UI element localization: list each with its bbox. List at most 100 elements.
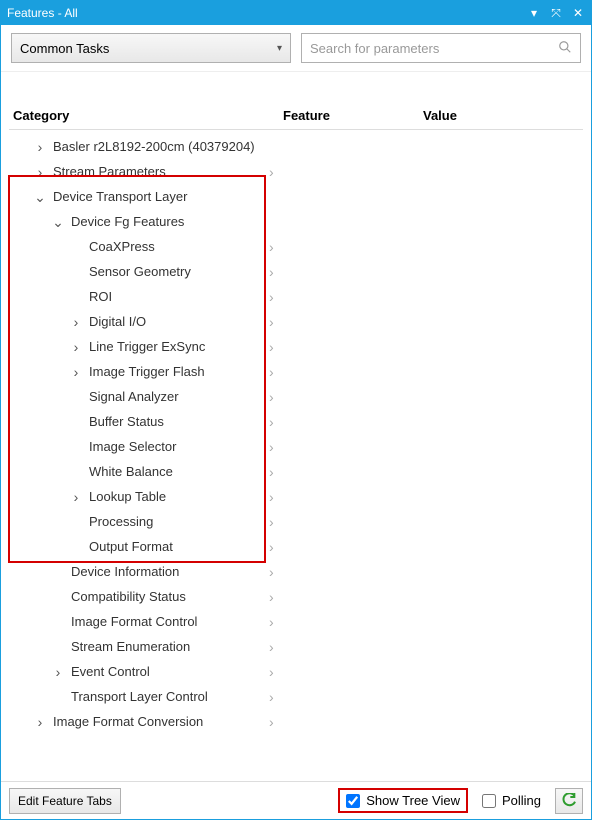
chevron-right-icon[interactable]: › <box>33 715 47 729</box>
tree-row[interactable]: Output Format› <box>9 534 583 559</box>
chevron-right-icon[interactable]: › <box>269 590 274 604</box>
chevron-right-icon[interactable]: › <box>269 515 274 529</box>
tree-item-label: Device Information <box>71 564 179 579</box>
refresh-icon <box>561 793 577 809</box>
tree-item-label: Compatibility Status <box>71 589 186 604</box>
tree-row[interactable]: Stream Enumeration › <box>9 634 583 659</box>
toolbar: Common Tasks ▾ Search for parameters <box>1 25 591 72</box>
feature-tree[interactable]: ›Basler r2L8192-200cm (40379204)›Stream … <box>9 130 583 773</box>
search-input[interactable]: Search for parameters <box>301 33 581 63</box>
column-headers: Category Feature Value <box>9 76 583 130</box>
tree-row[interactable]: ⌄ Device Transport Layer <box>9 184 583 209</box>
polling-label: Polling <box>502 793 541 808</box>
chevron-right-icon[interactable]: › <box>269 665 274 679</box>
chevron-right-icon[interactable]: › <box>33 165 47 179</box>
tree-row[interactable]: CoaXPress › <box>9 234 583 259</box>
tree-row[interactable]: ›Line Trigger ExSync› <box>9 334 583 359</box>
refresh-button[interactable] <box>555 788 583 814</box>
chevron-right-icon[interactable]: › <box>269 315 274 329</box>
tree-item-label: ROI <box>89 289 112 304</box>
features-window: Features - All ▾ ⤧ ✕ Common Tasks ▾ Sear… <box>0 0 592 820</box>
titlebar: Features - All ▾ ⤧ ✕ <box>1 1 591 25</box>
chevron-right-icon[interactable]: › <box>269 690 274 704</box>
tree-item-label: Device Transport Layer <box>53 189 187 204</box>
tree-row[interactable]: ROI › <box>9 284 583 309</box>
window-controls: ▾ ⤧ ✕ <box>527 6 585 21</box>
chevron-right-icon[interactable]: › <box>269 640 274 654</box>
content-area: Category Feature Value ›Basler r2L8192-2… <box>1 72 591 781</box>
tree-item-label: CoaXPress <box>89 239 155 254</box>
chevron-right-icon[interactable]: › <box>269 265 274 279</box>
chevron-right-icon[interactable]: › <box>269 165 274 179</box>
chevron-down-icon[interactable]: ⌄ <box>51 215 65 229</box>
tree-item-label: Buffer Status <box>89 414 164 429</box>
chevron-down-icon[interactable]: ⌄ <box>33 190 47 204</box>
pin-icon[interactable]: ⤧ <box>549 6 563 21</box>
chevron-down-icon: ▾ <box>277 43 282 54</box>
tree-row[interactable]: Image Selector › <box>9 434 583 459</box>
polling-checkbox[interactable]: Polling <box>476 790 547 811</box>
search-icon <box>558 40 572 57</box>
tree-row[interactable]: ⌄ Device Fg Features <box>9 209 583 234</box>
tree-row[interactable]: › Image Trigger Flash › <box>9 359 583 384</box>
chevron-right-icon[interactable]: › <box>269 565 274 579</box>
tree-row[interactable]: ›Image Format Conversion› <box>9 709 583 734</box>
tree-item-label: Image Format Control <box>71 614 197 629</box>
tasks-dropdown[interactable]: Common Tasks ▾ <box>11 33 291 63</box>
tree-row[interactable]: Processing › <box>9 509 583 534</box>
polling-checkbox-input[interactable] <box>482 794 496 808</box>
tree-row[interactable]: Signal Analyzer › <box>9 384 583 409</box>
tree-row[interactable]: Device Information › <box>9 559 583 584</box>
chevron-right-icon[interactable]: › <box>269 240 274 254</box>
chevron-right-icon[interactable]: › <box>269 465 274 479</box>
tree-item-label: Processing <box>89 514 153 529</box>
tree-item-label: Stream Parameters <box>53 164 166 179</box>
show-tree-view-checkbox[interactable]: Show Tree View <box>338 788 468 813</box>
chevron-right-icon[interactable]: › <box>269 615 274 629</box>
minimize-icon[interactable]: ▾ <box>527 6 541 21</box>
chevron-right-icon[interactable]: › <box>269 290 274 304</box>
chevron-right-icon[interactable]: › <box>69 340 83 354</box>
tree-row[interactable]: Compatibility Status › <box>9 584 583 609</box>
chevron-right-icon[interactable]: › <box>51 665 65 679</box>
chevron-right-icon[interactable]: › <box>269 390 274 404</box>
tree-row[interactable]: › Event Control › <box>9 659 583 684</box>
header-feature[interactable]: Feature <box>283 108 423 123</box>
chevron-right-icon[interactable]: › <box>269 340 274 354</box>
chevron-right-icon[interactable]: › <box>269 365 274 379</box>
tree-item-label: Signal Analyzer <box>89 389 179 404</box>
show-tree-checkbox-input[interactable] <box>346 794 360 808</box>
tree-row[interactable]: ›Lookup Table› <box>9 484 583 509</box>
chevron-right-icon[interactable]: › <box>269 440 274 454</box>
tree-row[interactable]: Transport Layer Control› <box>9 684 583 709</box>
chevron-right-icon[interactable]: › <box>33 140 47 154</box>
tasks-dropdown-value: Common Tasks <box>20 41 109 56</box>
tree-row[interactable]: Image Format Control › <box>9 609 583 634</box>
header-category[interactable]: Category <box>13 108 283 123</box>
tree-item-label: Image Selector <box>89 439 176 454</box>
header-value[interactable]: Value <box>423 108 579 123</box>
tree-row[interactable]: › Digital I/O › <box>9 309 583 334</box>
chevron-right-icon[interactable]: › <box>269 715 274 729</box>
tree-row[interactable]: ›Basler r2L8192-200cm (40379204) <box>9 134 583 159</box>
chevron-right-icon[interactable]: › <box>69 490 83 504</box>
tree-item-label: Event Control <box>71 664 150 679</box>
tree-row[interactable]: Sensor Geometry › <box>9 259 583 284</box>
chevron-right-icon[interactable]: › <box>69 365 83 379</box>
edit-tabs-label: Edit Feature Tabs <box>18 794 112 808</box>
chevron-right-icon[interactable]: › <box>69 315 83 329</box>
tree-item-label: Sensor Geometry <box>89 264 191 279</box>
chevron-right-icon[interactable]: › <box>269 540 274 554</box>
window-title: Features - All <box>7 6 527 20</box>
chevron-right-icon[interactable]: › <box>269 415 274 429</box>
tree-row[interactable]: White Balance› <box>9 459 583 484</box>
tree-item-label: Device Fg Features <box>71 214 184 229</box>
chevron-right-icon[interactable]: › <box>269 490 274 504</box>
tree-item-label: Image Trigger Flash <box>89 364 205 379</box>
tree-item-label: Digital I/O <box>89 314 146 329</box>
close-icon[interactable]: ✕ <box>571 6 585 21</box>
tree-item-label: Stream Enumeration <box>71 639 190 654</box>
tree-row[interactable]: › Stream Parameters › <box>9 159 583 184</box>
tree-row[interactable]: Buffer Status › <box>9 409 583 434</box>
edit-feature-tabs-button[interactable]: Edit Feature Tabs <box>9 788 121 814</box>
